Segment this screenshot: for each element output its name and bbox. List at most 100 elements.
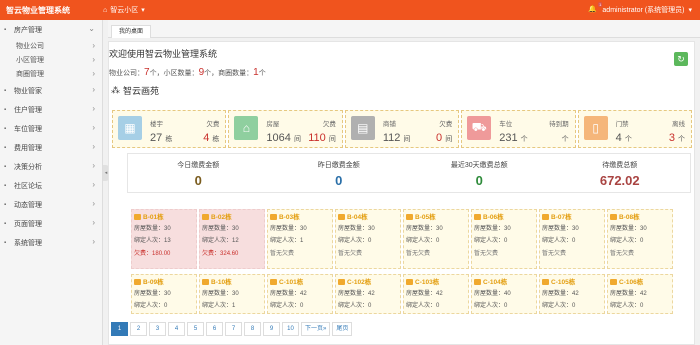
page-button[interactable]: 2 <box>130 322 147 336</box>
sidebar-item[interactable]: ▪ 决策分析 › <box>0 157 102 176</box>
building-card[interactable]: C-106栋 房屋数量：42 绑定人次：0 <box>607 274 673 314</box>
room-count-label: 房屋数量： <box>474 226 505 232</box>
building-icon <box>406 214 413 221</box>
bound-count-value: 13 <box>164 238 171 244</box>
sidebar-subitem[interactable]: 小区管理 › <box>0 53 102 67</box>
chevron-right-icon: › <box>92 41 95 50</box>
stat-card-value2: 3 个 <box>669 132 685 144</box>
sidebar-item[interactable]: ▪ 页面管理 › <box>0 214 102 233</box>
building-card[interactable]: B-04栋 房屋数量：30 绑定人次：0 暂无欠费 <box>335 209 401 269</box>
bound-count-value: 0 <box>504 238 508 244</box>
bound-count: 绑定人次：0 <box>338 235 371 244</box>
chevron-down-icon: ⌄ <box>88 24 95 33</box>
page-button[interactable]: 5 <box>187 322 204 336</box>
tab-desktop[interactable]: 我的桌面 <box>111 25 152 38</box>
sidebar-subitem[interactable]: 商圈管理 › <box>0 67 102 81</box>
page-button[interactable]: 1 <box>111 322 128 336</box>
sidebar-item[interactable]: ▪ 住户管理 › <box>0 100 102 119</box>
building-icon <box>610 279 617 286</box>
page-button[interactable]: 6 <box>206 322 223 336</box>
building-name: B-07栋 <box>542 211 572 221</box>
room-count: 房屋数量：42 <box>338 288 375 297</box>
bound-count: 绑定人次：0 <box>610 235 643 244</box>
building-card[interactable]: C-102栋 房屋数量：42 绑定人次：0 <box>335 274 401 314</box>
building-card[interactable]: B-05栋 房屋数量：30 绑定人次：0 暂无欠费 <box>403 209 469 269</box>
building-card[interactable]: B-03栋 房屋数量：30 绑定人次：1 暂无欠费 <box>267 209 333 269</box>
chevron-right-icon: › <box>92 199 95 208</box>
room-count-value: 42 <box>640 291 647 297</box>
building-name: B-04栋 <box>338 211 368 221</box>
page-button[interactable]: 7 <box>225 322 242 336</box>
sidebar-item-label: 决策分析 <box>14 163 42 171</box>
building-name-text: B-07栋 <box>551 214 572 221</box>
page-button[interactable]: 3 <box>149 322 166 336</box>
bound-count-label: 绑定人次： <box>202 238 233 244</box>
stat-card-number: 231 <box>499 132 518 144</box>
building-card[interactable]: B-02栋 房屋数量：30 绑定人次：12 欠费：324.60 <box>199 209 265 269</box>
building-icon <box>406 279 413 286</box>
sidebar-item[interactable]: ▪ 车位管理 › <box>0 119 102 138</box>
page-button[interactable]: 10 <box>282 322 299 336</box>
top-bar: 智云物业管理系统 ⌂ 智云小区 ▾ 🔔 1 administrator (系统管理… <box>0 0 700 20</box>
building-name: B-05栋 <box>406 211 436 221</box>
bound-count: 绑定人次：0 <box>270 300 303 309</box>
building-icon <box>270 279 277 286</box>
page-button[interactable]: 8 <box>244 322 261 336</box>
bound-count: 绑定人次：0 <box>474 300 507 309</box>
refresh-button[interactable]: ↻ <box>674 52 688 66</box>
building-card[interactable]: C-105栋 房屋数量：42 绑定人次：0 <box>539 274 605 314</box>
building-card[interactable]: C-104栋 房屋数量：40 绑定人次：0 <box>471 274 537 314</box>
sidebar-subitem[interactable]: 物业公司 › <box>0 39 102 53</box>
bound-count: 绑定人次：1 <box>270 235 303 244</box>
building-name-text: C-104栋 <box>483 279 508 286</box>
stat-card[interactable]: ▯ 门禁 离线 4 个3 个 <box>577 110 693 148</box>
stat-card-label2: 欠费 <box>206 121 220 128</box>
sidebar-item[interactable]: ▪ 物业管家 › <box>0 81 102 100</box>
stat-card[interactable]: ⌂ 房屋 欠费 1064 间 110 间 <box>228 110 343 148</box>
sidebar-item[interactable]: ▪ 系统管理 › <box>0 233 102 252</box>
bound-count-label: 绑定人次： <box>134 238 165 244</box>
room-count: 房屋数量：42 <box>270 288 307 297</box>
sidebar-item[interactable]: ▪ 社区论坛 › <box>0 176 102 195</box>
community-name: 智云画苑 <box>123 86 160 96</box>
stat-card[interactable]: ⛟ 车位 待到期 231 个 个 <box>461 110 576 148</box>
room-count: 房屋数量：42 <box>542 288 579 297</box>
building-name: C-105栋 <box>542 276 575 286</box>
page-button[interactable]: 9 <box>263 322 280 336</box>
bound-count-value: 0 <box>640 238 644 244</box>
room-count: 房屋数量：30 <box>338 223 375 232</box>
stat-card[interactable]: ▤ 商铺 欠费 112 间0 间 <box>344 110 460 148</box>
building-card[interactable]: B-01栋 房屋数量：30 绑定人次：13 欠费：180.00 <box>131 209 197 269</box>
room-count: 房屋数量：30 <box>202 288 239 297</box>
overview-cards: ▦ 楼宇 欠费 27 栋4 栋 ⌂ 房屋 欠费 1064 间 110 间 ▤ 商铺 欠费 112 间0 … <box>112 110 693 148</box>
bound-count-label: 绑定人次： <box>270 303 301 309</box>
room-count: 房屋数量：40 <box>474 288 511 297</box>
building-card[interactable]: B-06栋 房屋数量：30 绑定人次：0 暂无欠费 <box>471 209 537 269</box>
community-switcher[interactable]: ⌂ 智云小区 ▾ <box>103 5 145 15</box>
building-card[interactable]: B-09栋 房屋数量：30 绑定人次：0 <box>131 274 197 314</box>
notification-bell-icon[interactable]: 🔔 1 <box>588 2 603 15</box>
next-page-button[interactable]: 下一页» <box>301 322 331 336</box>
building-card[interactable]: C-101栋 房屋数量：42 绑定人次：0 <box>267 274 333 314</box>
last-page-button[interactable]: 尾页 <box>332 322 353 336</box>
stat-card[interactable]: ▦ 楼宇 欠费 27 栋4 栋 <box>112 110 227 148</box>
shop-icon: ▤ <box>350 116 375 140</box>
fee-value: 0 <box>335 173 343 188</box>
user-menu[interactable]: administrator (系统管理员) <box>602 5 684 15</box>
bound-count: 绑定人次：13 <box>134 235 171 244</box>
building-name: C-106栋 <box>610 276 643 286</box>
page-button[interactable]: 4 <box>168 322 185 336</box>
building-card[interactable]: B-10栋 房屋数量：30 绑定人次：1 <box>199 274 265 314</box>
building-card[interactable]: B-07栋 房屋数量：30 绑定人次：0 暂无欠费 <box>539 209 605 269</box>
building-card[interactable]: C-103栋 房屋数量：42 绑定人次：0 <box>403 274 469 314</box>
app-title: 智云物业管理系统 <box>6 5 70 15</box>
sidebar-item[interactable]: ▪ 房产管理 ⌄ <box>0 20 102 39</box>
room-count: 房屋数量：42 <box>406 288 443 297</box>
room-count: 房屋数量：30 <box>134 288 171 297</box>
sidebar-item[interactable]: ▪ 费用管理 › <box>0 138 102 157</box>
building-name-text: B-10栋 <box>211 279 232 286</box>
sidebar-item[interactable]: ▪ 动态管理 › <box>0 195 102 214</box>
no-arrears: 暂无欠费 <box>406 251 431 257</box>
refresh-icon: ↻ <box>677 54 685 64</box>
building-card[interactable]: B-08栋 房屋数量：30 绑定人次：0 暂无欠费 <box>607 209 673 269</box>
